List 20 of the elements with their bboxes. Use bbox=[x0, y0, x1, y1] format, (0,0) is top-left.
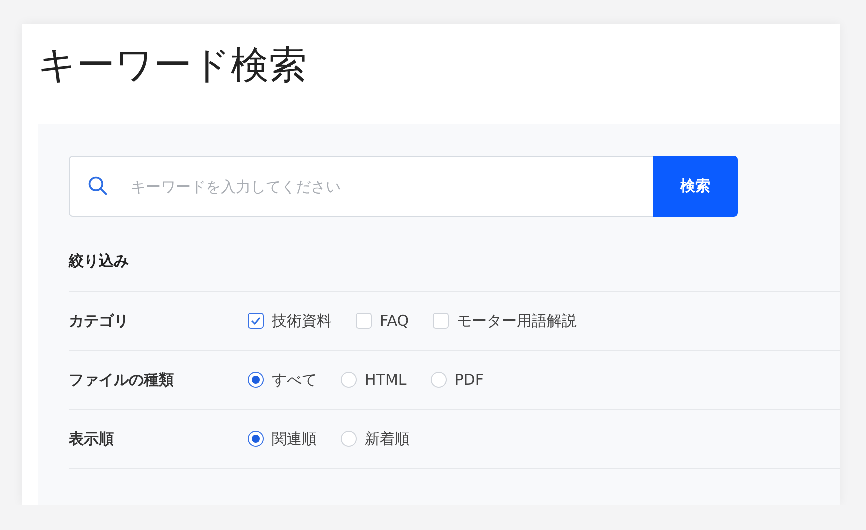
checkbox-option[interactable]: モーター用語解説 bbox=[433, 312, 578, 330]
page-title: キーワード検索 bbox=[37, 42, 308, 89]
radio-button[interactable] bbox=[248, 372, 264, 388]
radio-option[interactable]: すべて bbox=[248, 370, 317, 390]
search-icon bbox=[87, 175, 109, 197]
filter-heading: 絞り込み bbox=[69, 253, 130, 272]
radio-option[interactable]: 新着順 bbox=[341, 430, 410, 448]
search-button[interactable]: 検索 bbox=[653, 156, 738, 217]
filter-label: ファイルの種類 bbox=[69, 370, 175, 390]
checkbox-option[interactable]: FAQ bbox=[356, 312, 410, 330]
radio-option[interactable]: HTML bbox=[341, 371, 407, 389]
check-icon bbox=[251, 317, 261, 325]
filter-label: カテゴリ bbox=[69, 312, 130, 330]
checkbox[interactable] bbox=[248, 313, 264, 329]
radio-button[interactable] bbox=[248, 431, 264, 447]
radio-option[interactable]: 関連順 bbox=[248, 430, 317, 448]
checkbox-option[interactable]: 技術資料 bbox=[248, 312, 332, 330]
filter-label: 表示順 bbox=[69, 430, 115, 448]
search-field[interactable]: キーワードを入力してください bbox=[69, 156, 653, 217]
radio-option[interactable]: PDF bbox=[430, 371, 484, 389]
